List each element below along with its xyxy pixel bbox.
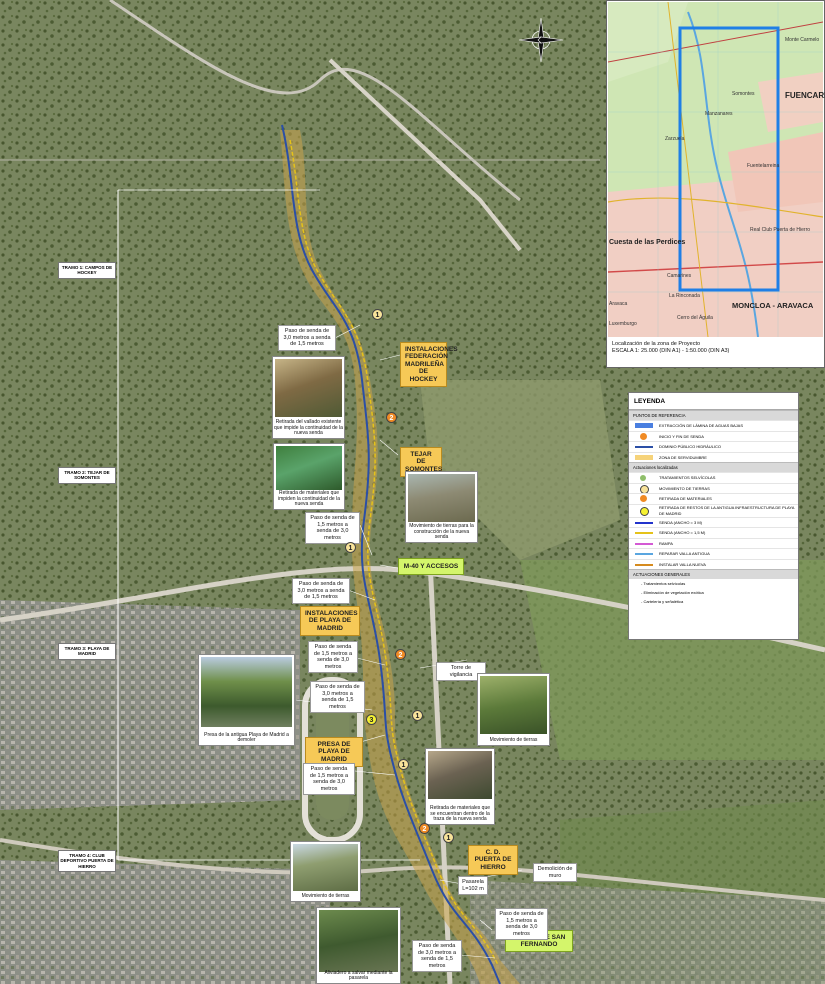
- callout-path-width-8: Paso de senda de 3,0 metros a senda de 1…: [412, 940, 462, 973]
- photo-2[interactable]: Retirada de materiales que impiden la co…: [273, 443, 345, 510]
- callout-path-width-7: Paso de senda de 1,5 metros a senda de 3…: [495, 908, 548, 941]
- marker-retirada-restos[interactable]: 3: [366, 714, 377, 725]
- location-inset: Monte Carmelo FUENCARRAL Somontes Manzan…: [606, 0, 825, 368]
- legend-section-referencia: PUNTOS DE REFERENCIA: [629, 410, 798, 420]
- photo-7[interactable]: Movimiento de tierras: [290, 841, 361, 902]
- inset-label-monte-carmelo: Monte Carmelo: [785, 37, 820, 43]
- inset-label-aravaca: Aravaca: [609, 301, 628, 307]
- photo-8[interactable]: Aliviadero a salvar mediante la pasarela: [316, 907, 401, 984]
- inset-label-fuentelarreina: Fuentelarreina: [747, 163, 780, 169]
- legend-item-senda-15m: SENDA (ANCHO = 1,5 M): [629, 527, 798, 538]
- tramo-4-label: TRAMO 4: CLUB DEPORTIVO PUERTA DE HIERRO: [58, 850, 116, 873]
- inset-topo-map[interactable]: [608, 2, 823, 337]
- legend-panel: LEYENDA PUNTOS DE REFERENCIA EXTRACCIÓN …: [628, 392, 799, 640]
- inset-label-somontes: Somontes: [732, 91, 755, 97]
- legend-section-generales: ACTUACIONES GENERALES: [629, 569, 798, 579]
- tramo-2-label: TRAMO 2: TEJAR DE SOMONTES: [58, 467, 116, 484]
- inset-label-cuesta: Cuesta de las Perdices: [609, 239, 686, 246]
- inset-label-moncloa: MONCLOA - ARAVACA: [732, 301, 814, 310]
- legend-title: LEYENDA: [629, 393, 798, 410]
- marker-1-icon: [640, 484, 649, 493]
- legend-item-aguas-bajas: EXTRACCIÓN DE LÁMINA DE AGUAS BAJAS: [629, 420, 798, 431]
- inset-label-luxemburgo: Luxemburgo: [609, 321, 637, 327]
- legend-item-valla-nueva: INSTALAR VALLA NUEVA: [629, 558, 798, 570]
- marker-movimiento-tierras[interactable]: 1: [345, 542, 356, 553]
- legend-item-valla-antigua: REPARAR VALLA ANTIGUA: [629, 548, 798, 559]
- marker-movimiento-tierras[interactable]: 1: [443, 832, 454, 843]
- legend-item-selvicolas: TRATAMIENTOS SELVÍCOLAS: [629, 472, 798, 483]
- place-cd: C. D. PUERTA DE HIERRO: [468, 845, 518, 876]
- callout-demolicion: Demolición de muro: [533, 863, 577, 883]
- inset-label-fuencarral: FUENCARRAL: [785, 91, 825, 100]
- place-playa: INSTALACIONES DE PLAYA DE MADRID: [300, 606, 360, 637]
- callout-path-width-3: Paso de senda de 3,0 metros a senda de 1…: [292, 578, 350, 604]
- callout-pasarela: Pasarela L=102 m: [458, 876, 488, 896]
- inset-label-camarines: Camarines: [667, 273, 692, 279]
- legend-general-item: - Tratamientos selvícolas: [641, 581, 686, 586]
- legend-item-dominio: DOMINIO PÚBLICO HIDRÁULICO: [629, 441, 798, 452]
- marker-movimiento-tierras[interactable]: 1: [372, 309, 383, 320]
- tramo-3-label: TRAMO 3: PLAYA DE MADRID: [58, 643, 116, 660]
- legend-section-localizadas: Actuaciones localizadas: [629, 462, 798, 472]
- legend-general-item: - Eliminación de vegetación exótica: [641, 590, 704, 595]
- callout-path-width-5: Paso de senda de 3,0 metros a senda de 1…: [310, 681, 365, 714]
- marker-2-icon: [640, 495, 647, 502]
- tramo-1-label: TRAMO 1: CAMPOS DE HOCKEY: [58, 262, 116, 279]
- callout-path-width-6: Paso de senda de 1,5 metros a senda de 3…: [303, 763, 355, 796]
- inset-label-manzanares: Manzanares: [705, 111, 733, 117]
- tree-icon: [640, 475, 646, 481]
- photo-6[interactable]: Retirada de materiales que se encuentran…: [425, 748, 495, 825]
- inset-caption: Localización de la zona de Proyecto ESCA…: [612, 341, 730, 355]
- photo-1[interactable]: Retirada del vallado existente que impid…: [272, 356, 345, 439]
- legend-item-senda-3m: SENDA (ANCHO = 3 M): [629, 516, 798, 528]
- marker-retirada-materiales[interactable]: 2: [386, 412, 397, 423]
- marker-movimiento-tierras[interactable]: 1: [412, 710, 423, 721]
- inset-label-zarzuela: Zarzuela: [665, 136, 685, 142]
- legend-item-materiales: RETIRADA DE MATERIALES: [629, 493, 798, 504]
- legend-item-restos: RETIRADA DE RESTOS DE LA ANTIGUA INFRAES…: [629, 503, 798, 517]
- legend-item-tierras: MOVIMIENTO DE TIERRAS: [629, 482, 798, 493]
- photo-4[interactable]: Presa de la antigua Playa de Madrid a de…: [198, 654, 295, 746]
- place-hockey: INSTALACIONES FEDERACIÓN MADRILEÑA DE HO…: [400, 342, 458, 388]
- legend-item-rampa: RAMPA: [629, 537, 798, 549]
- marker-3-icon: [640, 506, 649, 516]
- callout-path-width-2: Paso de senda de 1,5 metros a senda de 3…: [305, 512, 360, 545]
- marker-retirada-materiales[interactable]: 2: [395, 649, 406, 660]
- marker-movimiento-tierras[interactable]: 1: [398, 759, 409, 770]
- start-end-icon: [640, 432, 647, 440]
- legend-item-servidumbre: ZONA DE SERVIDUMBRE: [629, 451, 798, 463]
- photo-5[interactable]: Movimiento de tierras: [477, 673, 550, 746]
- legend-item-inicio-fin: INICIO Y FIN DE SENDA: [629, 430, 798, 442]
- photo-3[interactable]: Movimiento de tierras para la construcci…: [405, 471, 478, 543]
- callout-path-width-1: Paso de senda de 3,0 metros a senda de 1…: [278, 325, 336, 351]
- callout-path-width-4: Paso de senda de 1,5 metros a senda de 3…: [308, 641, 358, 674]
- inset-label-real-club: Real Club Puerta de Hierro: [750, 227, 811, 233]
- legend-general-item: - Cartelería y señalética: [641, 599, 684, 604]
- place-m40: M-40 Y ACCESOS: [398, 558, 464, 575]
- inset-label-cerro: Cerro del Águila: [677, 315, 713, 321]
- marker-retirada-materiales[interactable]: 2: [419, 823, 430, 834]
- inset-label-rinconada: La Rinconada: [669, 293, 700, 299]
